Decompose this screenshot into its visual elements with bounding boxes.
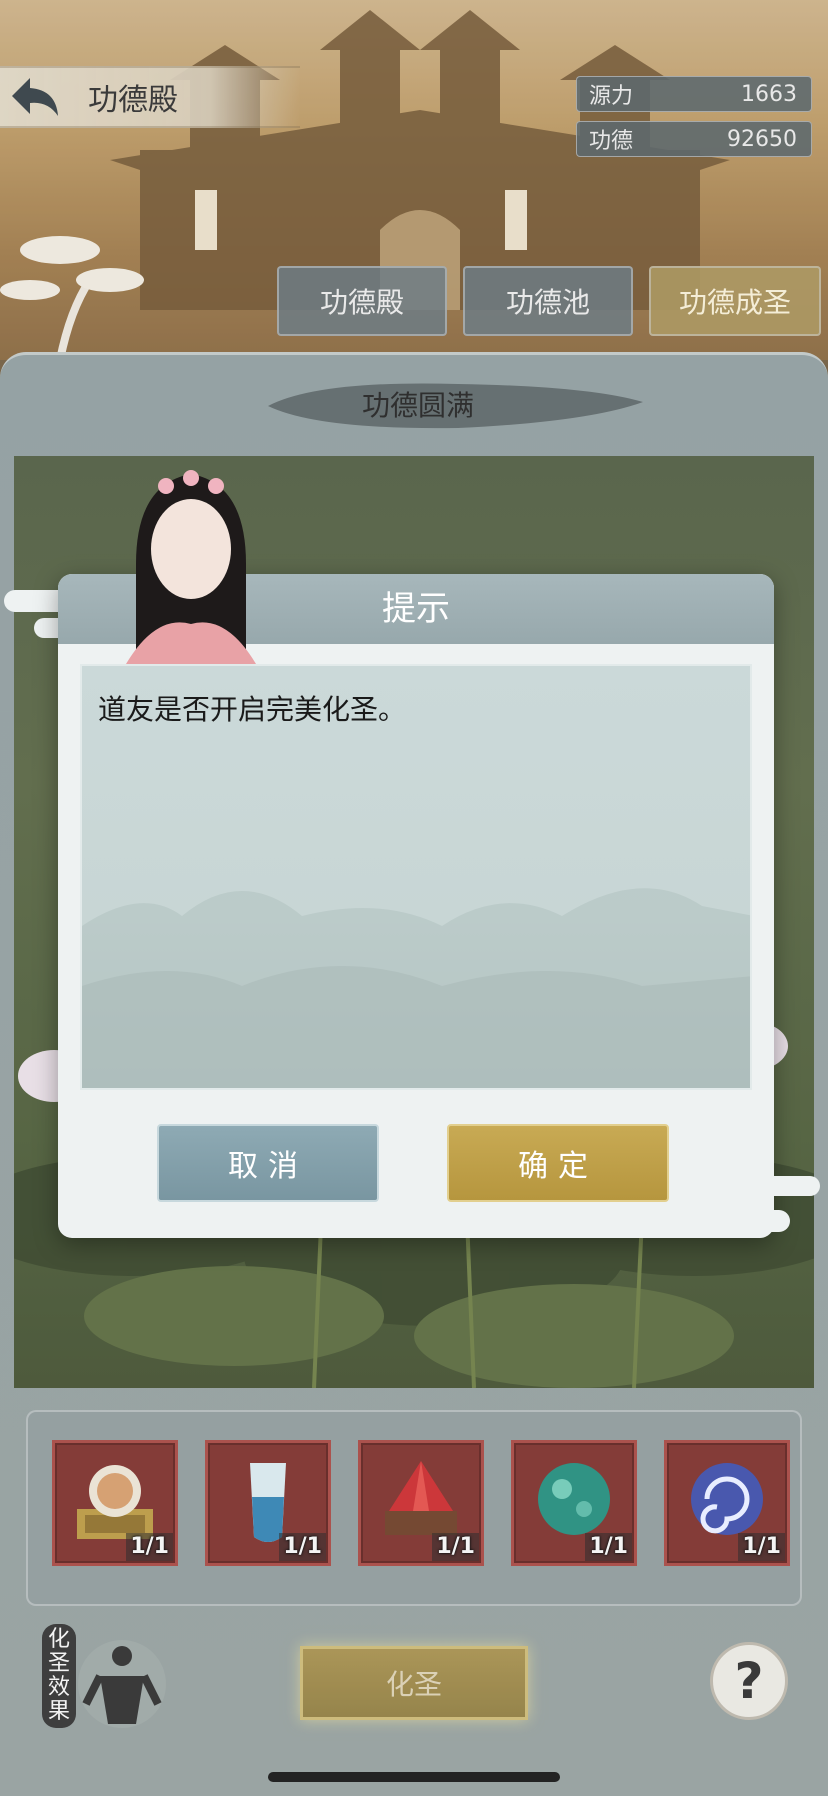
maiden-portrait [126,470,256,664]
dialog-message: 道友是否开启完美化圣。 [98,693,407,726]
dialog-body: 道友是否开启完美化圣。 [80,664,752,1090]
cancel-button[interactable]: 取消 [157,1124,379,1202]
cloud-decoration [620,1176,820,1232]
mountain-backdrop [82,888,750,1088]
